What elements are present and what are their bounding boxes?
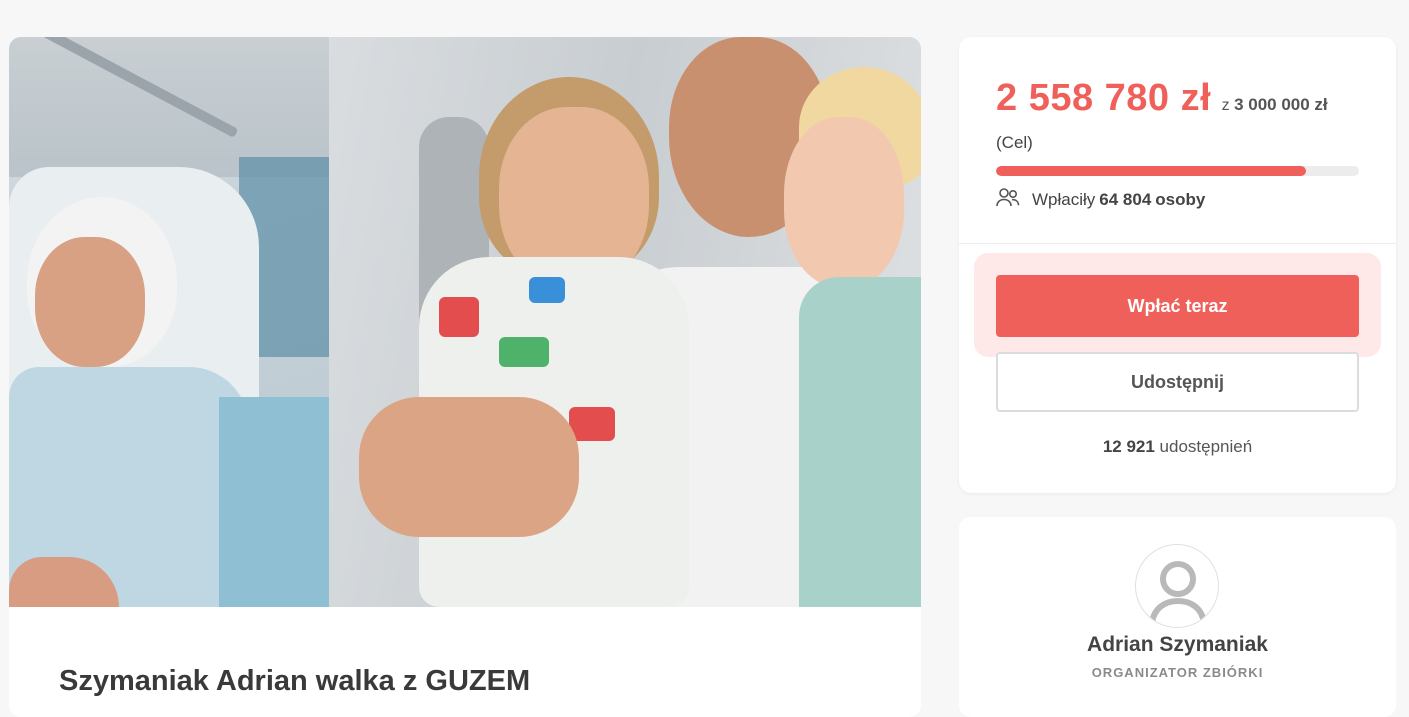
organizer-card: Adrian Szymaniak ORGANIZATOR ZBIÓRKI xyxy=(959,517,1396,717)
donors-row: Wpłaciły 64 804 osoby xyxy=(996,187,1205,212)
goal-prefix: z xyxy=(1221,97,1230,114)
progress-bar xyxy=(996,166,1359,176)
amount-row: 2 558 780 zł z 3 000 000 zł xyxy=(996,77,1328,120)
avatar-placeholder-icon[interactable] xyxy=(1135,544,1219,628)
pay-now-button[interactable]: Wpłać teraz xyxy=(996,275,1359,337)
photo-hospital-bed xyxy=(9,37,329,607)
shares-count-row: 12 921 udostępnień xyxy=(959,437,1396,457)
donors-prefix: Wpłaciły xyxy=(1032,189,1096,209)
photo-family-hug xyxy=(329,37,921,607)
campaign-photo[interactable] xyxy=(9,37,921,607)
share-button[interactable]: Udostępnij xyxy=(996,352,1359,412)
campaign-card: Szymaniak Adrian walka z GUZEM xyxy=(9,37,921,717)
shares-label: udostępnień xyxy=(1159,437,1253,456)
raised-amount: 2 558 780 zł xyxy=(996,77,1212,119)
donation-card: 2 558 780 zł z 3 000 000 zł (Cel) Wpłaci… xyxy=(959,37,1396,493)
people-icon xyxy=(996,187,1032,212)
campaign-title: Szymaniak Adrian walka z GUZEM xyxy=(59,665,531,697)
progress-fill xyxy=(996,166,1306,176)
divider xyxy=(959,243,1396,244)
goal-amount: 3 000 000 zł xyxy=(1234,95,1328,114)
donors-suffix: osoby xyxy=(1155,189,1206,209)
organizer-role: ORGANIZATOR ZBIÓRKI xyxy=(1091,665,1264,680)
organizer-name[interactable]: Adrian Szymaniak xyxy=(959,633,1396,657)
donors-count: 64 804 xyxy=(1099,189,1152,209)
shares-count: 12 921 xyxy=(1102,437,1155,456)
goal-label: (Cel) xyxy=(996,133,1033,152)
